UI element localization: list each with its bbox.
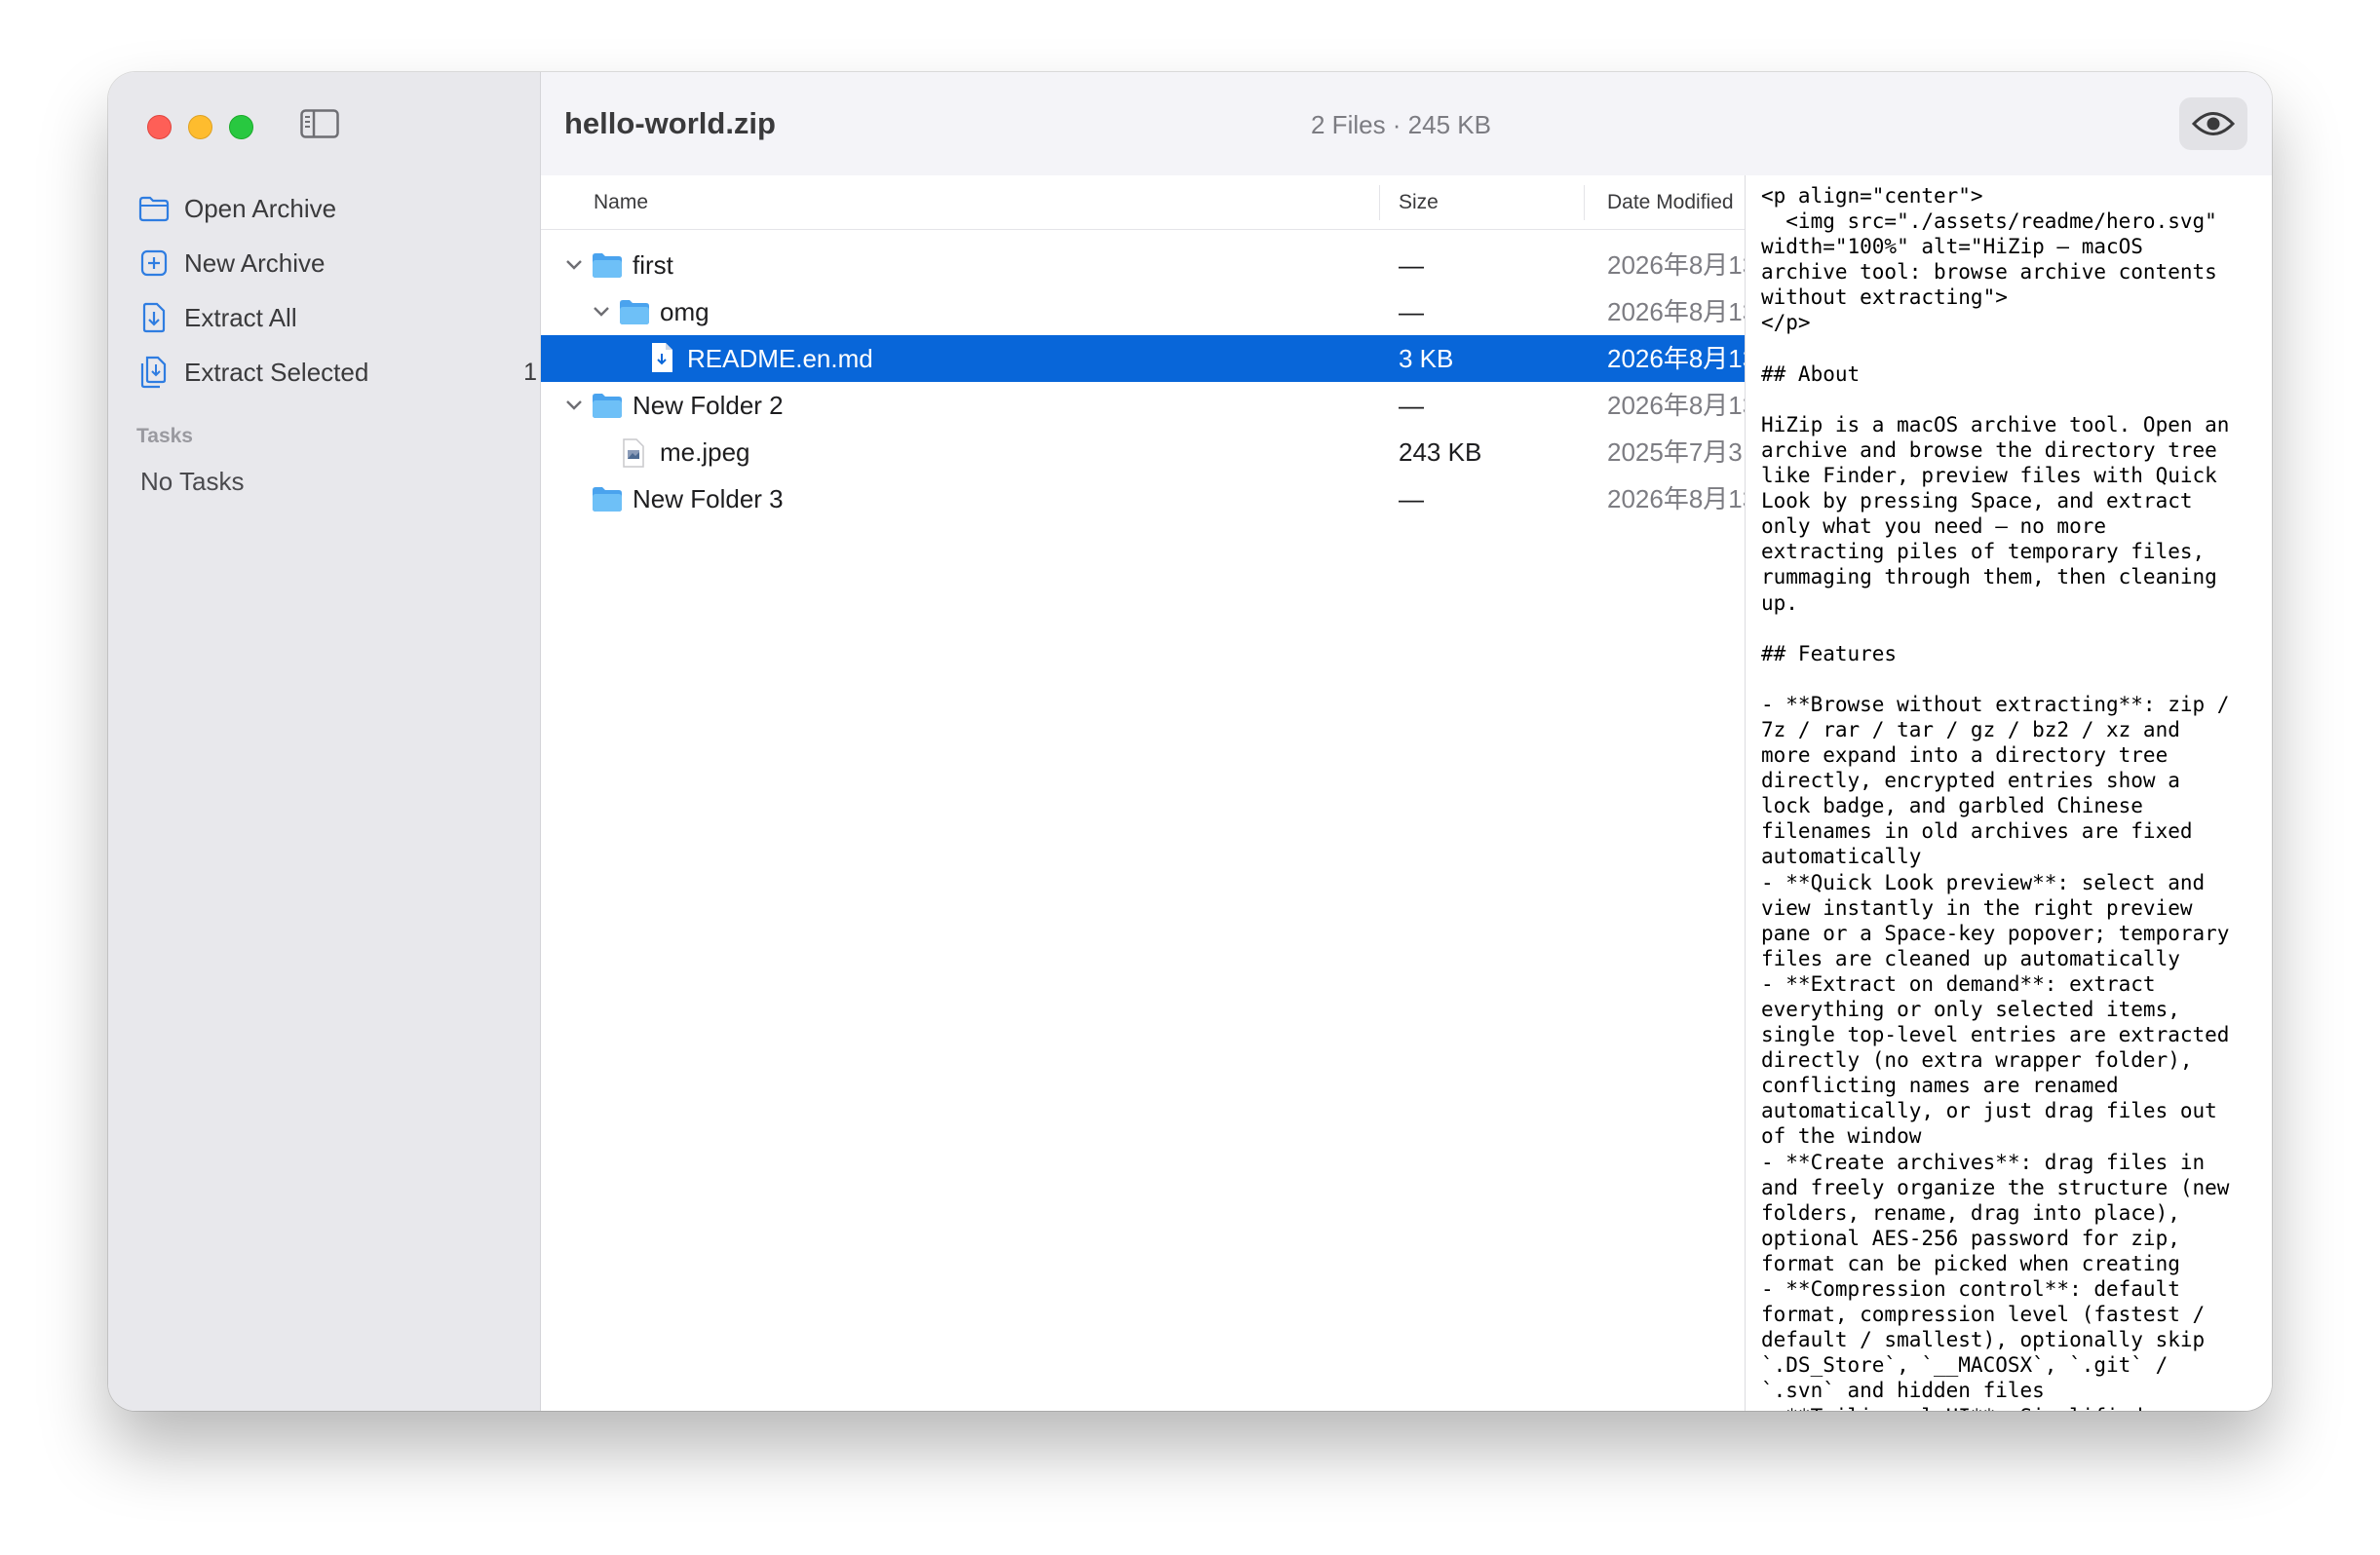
toolbar: hello-world.zip 2 Files · 245 KB [541, 72, 2272, 176]
file-rows: first — 2026年8月13日 11:58 omg — 2026年8月13… [541, 242, 1745, 522]
sidebar-item-open-archive[interactable]: Open Archive [137, 181, 527, 236]
file-size: — [1399, 250, 1424, 280]
sidebar-actions: Open Archive New Archive Extract All Ext… [137, 181, 537, 399]
file-date: 2026年8月13日 11:58 [1607, 250, 1745, 280]
folder-icon [592, 249, 623, 281]
eye-icon [2191, 112, 2236, 135]
no-tasks-label: No Tasks [140, 467, 245, 496]
sidebar-item-label: Extract All [184, 302, 297, 332]
window-controls [147, 115, 253, 139]
table-row[interactable]: New Folder 2 — 2026年8月13日 11:58 [541, 382, 1745, 429]
app-window: Open Archive New Archive Extract All Ext… [108, 72, 2272, 1411]
file-size: — [1399, 297, 1424, 326]
file-name: first [633, 250, 673, 280]
disclosure-chevron-icon[interactable] [562, 242, 586, 288]
file-size: — [1399, 484, 1424, 513]
sidebar-item-extract-all[interactable]: Extract All [137, 290, 527, 345]
sidebar-item-label: New Archive [184, 247, 326, 278]
minimize-button[interactable] [188, 115, 212, 139]
table-row[interactable]: first — 2026年8月13日 11:58 [541, 242, 1745, 288]
folder-icon [592, 390, 623, 421]
column-header-name[interactable]: Name [594, 175, 648, 229]
folder-icon [137, 192, 171, 225]
plus-square-icon [137, 247, 171, 280]
sidebar-item-label: Extract Selected [184, 357, 369, 387]
file-table: Name Size Date Modified first — 2026年8月1… [541, 175, 1745, 1411]
maximize-button[interactable] [229, 115, 253, 139]
toggle-preview-button[interactable] [2179, 97, 2247, 150]
file-date: 2026年8月13日 11:58 [1607, 297, 1745, 326]
extract-down-icon [137, 301, 171, 334]
column-header-size[interactable]: Size [1399, 175, 1439, 229]
sidebar-item-extract-selected[interactable]: Extract Selected 1 [137, 345, 537, 399]
sidebar-toggle-button[interactable] [300, 109, 339, 143]
file-date: 2026年8月13日 11:58 [1607, 391, 1745, 420]
sidebar: Open Archive New Archive Extract All Ext… [108, 72, 541, 1411]
folder-icon [619, 296, 650, 327]
file-date: 2026年8月13日 11:58 [1607, 344, 1745, 373]
selected-count-badge: 1 [523, 358, 537, 386]
file-name: README.en.md [687, 344, 873, 373]
file-size: 243 KB [1399, 437, 1482, 467]
file-name: omg [660, 297, 710, 326]
disclosure-chevron-icon[interactable] [562, 382, 586, 429]
table-row[interactable]: omg — 2026年8月13日 11:58 [541, 288, 1745, 335]
folder-icon [592, 483, 623, 514]
archive-summary: 2 Files · 245 KB [1311, 110, 1491, 139]
column-divider[interactable] [1584, 185, 1585, 220]
tasks-section-title: Tasks [136, 425, 193, 447]
column-divider[interactable] [1379, 185, 1380, 220]
markdown-file-icon [650, 342, 673, 373]
column-header-date[interactable]: Date Modified [1607, 175, 1734, 229]
extract-selected-icon [137, 356, 171, 389]
file-date: 2025年7月3日 19:42 [1607, 437, 1745, 467]
sidebar-item-label: Open Archive [184, 193, 337, 223]
preview-text: <p align="center"> <img src="./assets/re… [1761, 184, 2230, 1411]
file-name: me.jpeg [660, 437, 750, 467]
table-row-selected[interactable]: README.en.md 3 KB 2026年8月13日 11:58 [541, 335, 1745, 382]
disclosure-chevron-icon[interactable] [590, 288, 613, 335]
table-header: Name Size Date Modified [541, 175, 1745, 230]
file-size: 3 KB [1399, 344, 1454, 373]
table-row[interactable]: me.jpeg 243 KB 2025年7月3日 19:42 [541, 429, 1745, 475]
preview-pane[interactable]: <p align="center"> <img src="./assets/re… [1745, 175, 2272, 1411]
file-date: 2026年8月13日 11:58 [1607, 484, 1745, 513]
file-name: New Folder 2 [633, 391, 784, 420]
image-file-icon [623, 437, 644, 469]
file-name: New Folder 3 [633, 484, 784, 513]
sidebar-item-new-archive[interactable]: New Archive [137, 236, 527, 290]
close-button[interactable] [147, 115, 172, 139]
file-size: — [1399, 391, 1424, 420]
archive-title: hello-world.zip [564, 106, 776, 140]
table-row[interactable]: New Folder 3 — 2026年8月13日 11:58 [541, 475, 1745, 522]
sidebar-toggle-icon [300, 109, 339, 138]
